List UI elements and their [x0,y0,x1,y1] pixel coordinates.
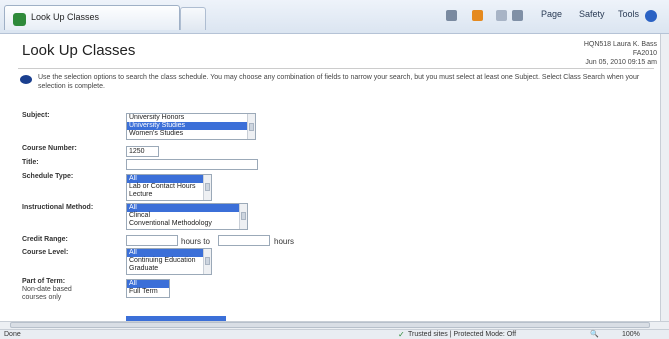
tools-menu[interactable]: Tools [618,9,639,19]
read-mail-icon[interactable] [496,10,507,21]
schedule-type-option[interactable]: All [127,175,211,183]
title-input[interactable] [126,159,258,170]
divider [18,68,654,69]
page-content: Look Up Classes HQN518 Laura K. Bass FA2… [0,34,669,321]
timestamp: Jun 05, 2010 09:15 am [585,59,657,66]
course-level-select[interactable]: All Continuing Education Graduate [126,248,212,275]
subject-option[interactable]: Women's Studies [127,130,255,138]
user-info: HQN518 Laura K. Bass FA2010 Jun 05, 2010… [584,40,657,67]
safety-menu[interactable]: Safety [579,9,605,19]
status-text: Done [4,331,21,338]
status-bar: Done ✓ Trusted sites | Protected Mode: O… [0,329,669,339]
user-name: HQN518 Laura K. Bass [583,41,657,48]
subject-label: Subject: [22,112,50,119]
course-level-scrollbar[interactable] [203,249,211,274]
schedule-type-select[interactable]: All Lab or Contact Hours Lecture [126,174,212,201]
term-code: FA2010 [632,50,657,57]
checkmark-icon: ✓ [398,330,405,339]
instructional-method-option[interactable]: All [127,204,247,212]
schedule-type-scrollbar[interactable] [203,175,211,200]
instructional-method-scrollbar[interactable] [239,204,247,229]
subject-scrollbar[interactable] [247,114,255,139]
home-icon[interactable] [446,10,457,21]
part-of-term-option[interactable]: All [127,280,169,288]
page-menu[interactable]: Page [541,9,562,19]
instructional-method-select[interactable]: All Clincal Conventional Methodology [126,203,248,230]
horizontal-scrollbar-thumb[interactable] [10,322,650,328]
course-number-label: Course Number: [22,145,77,152]
feeds-icon[interactable] [472,10,483,21]
schedule-type-label: Schedule Type: [22,173,74,180]
print-icon[interactable] [512,10,523,21]
part-of-term-option[interactable]: Full Term [127,288,169,296]
part-of-term-note: Non-date based courses only [22,286,72,301]
subject-option[interactable]: University Studies [127,122,255,130]
instructional-method-label: Instructional Method: [22,204,94,211]
title-label: Title: [22,159,39,166]
browser-tab[interactable]: Look Up Classes [4,5,180,30]
info-icon [20,75,32,84]
help-icon[interactable] [645,10,657,22]
instructional-method-option[interactable]: Clincal [127,212,247,220]
tab-title: Look Up Classes [31,12,100,22]
zoom-icon: 🔍 [590,331,599,338]
part-of-term-select[interactable]: All Full Term [126,279,170,298]
zoom-level[interactable]: 100% [622,331,640,338]
vertical-scrollbar[interactable] [660,34,669,321]
schedule-type-option[interactable]: Lab or Contact Hours [127,183,211,191]
course-level-option[interactable]: All [127,249,211,257]
instructions: Use the selection options to search the … [38,74,640,90]
subject-select[interactable]: University Honors University Studies Wom… [126,113,256,140]
new-tab-button[interactable] [180,7,206,30]
credit-to-input[interactable] [218,235,270,246]
favicon-icon [13,13,26,26]
instructional-method-option[interactable]: Conventional Methodology [127,220,247,228]
course-number-input[interactable]: 1250 [126,146,159,157]
hours-to-text: hours to [181,237,210,246]
course-level-option[interactable]: Continuing Education [127,257,211,265]
hours-text: hours [274,237,295,246]
page-title: Look Up Classes [22,42,136,59]
security-zone: Trusted sites | Protected Mode: Off [408,331,517,338]
credit-from-input[interactable] [126,235,178,246]
course-level-label: Course Level: [22,249,69,256]
subject-option[interactable]: University Honors [127,114,255,122]
course-level-option[interactable]: Graduate [127,265,211,273]
credit-range-label: Credit Range: [22,236,68,243]
part-of-term-label: Part of Term: [22,278,66,285]
schedule-type-option[interactable]: Lecture [127,191,211,199]
